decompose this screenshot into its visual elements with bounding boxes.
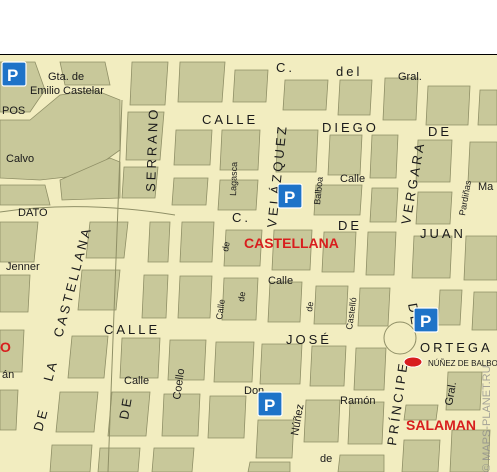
block-sw-8 [55, 391, 99, 433]
parking-letter: P [420, 312, 431, 331]
label-ma: Ma [478, 181, 494, 193]
header-blank-strip [0, 0, 497, 54]
label-del-top: del [336, 64, 362, 79]
label-de-bottom: de [320, 453, 332, 465]
label-gta-line2: Emilio Castelar [30, 85, 104, 97]
block-r8-2 [151, 447, 195, 472]
parking-icon[interactable]: P [1, 61, 27, 87]
metro-icon [403, 356, 423, 368]
watermark: © MAPS-PLANET.RU [481, 365, 493, 472]
label-c-mid: C. [232, 210, 251, 225]
block-r4-6 [365, 231, 397, 276]
label-jose: JOSÉ [286, 332, 332, 347]
block-top-7 [477, 89, 497, 126]
block-sw-6 [67, 335, 109, 379]
block-r4-8 [463, 235, 497, 281]
label-diego: DIEGO [322, 120, 379, 135]
street-map[interactable]: Gta. de Emilio Castelar POS Calvo DATO J… [0, 0, 497, 472]
block-r8-3 [247, 461, 291, 472]
label-de-top: DE [428, 124, 452, 139]
label-de-small-1: de [236, 291, 247, 302]
parking-letter: P [264, 396, 275, 415]
block-top-6 [425, 85, 471, 126]
label-juan: JUAN [420, 226, 466, 241]
block-r2-7 [467, 141, 497, 183]
block-r5-5 [313, 285, 349, 325]
label-serrano: SERRANO [143, 106, 161, 192]
label-ortega: ORTEGA [420, 340, 493, 355]
block-r3-4 [369, 187, 399, 223]
block-r8-4 [337, 454, 385, 472]
block-r2-2 [219, 129, 261, 171]
label-lagasca: Lagasca [228, 162, 239, 196]
block-r3-5 [415, 191, 453, 225]
block-r5-7 [437, 289, 463, 326]
block-top-4 [337, 79, 373, 116]
block-r5-4 [267, 281, 303, 323]
district-label-left-fragment: O [0, 339, 11, 355]
parking-letter: P [7, 66, 18, 85]
block-r6-1 [119, 337, 161, 379]
block-r7-4 [255, 419, 295, 459]
parking-icon[interactable]: P [413, 307, 439, 333]
label-calvo: Calvo [6, 153, 34, 165]
label-jenner: Jenner [6, 261, 40, 273]
block-r4-1 [147, 221, 171, 263]
label-ramon: Ramón [340, 395, 375, 407]
label-dato: DATO [18, 207, 48, 219]
parking-icon[interactable]: P [257, 391, 283, 417]
block-r7-5 [303, 399, 341, 443]
block-r6-4 [259, 343, 303, 385]
block-top-5 [382, 77, 419, 121]
block-r5-1 [141, 274, 169, 319]
block-sw-1 [0, 221, 39, 263]
block-top-1 [177, 61, 226, 103]
label-de-small-2: de [304, 301, 315, 312]
label-pos: POS [2, 105, 25, 117]
label-gral-top: Gral. [398, 71, 422, 83]
block-r2-1 [173, 129, 213, 166]
label-calle-2: Calle [268, 275, 293, 287]
block-r3-1 [171, 177, 209, 206]
block-r6-5 [309, 345, 347, 387]
label-de-mid: DE [338, 218, 362, 233]
block-r5-6 [357, 287, 391, 327]
block-top-2 [232, 69, 269, 103]
label-calle-1: Calle [340, 173, 365, 185]
block-r7-6 [347, 401, 385, 445]
block-r4-2 [179, 221, 215, 263]
block-r7-3 [207, 395, 247, 439]
block-sw-4 [77, 269, 121, 311]
block-r2-4 [327, 134, 363, 176]
block-sw-7 [0, 389, 19, 431]
label-calle-4: Calle [124, 375, 149, 387]
parking-letter: P [284, 188, 295, 207]
block-top-3 [282, 79, 329, 111]
parking-icon[interactable]: P [277, 183, 303, 209]
district-label-castellana: CASTELLANA [244, 235, 339, 251]
block-r8-5 [401, 439, 441, 472]
block-r5-2 [177, 275, 213, 319]
label-gta-line1: Gta. de [48, 71, 84, 83]
block-nw-3 [0, 184, 51, 206]
label-calle-top: CALLE [202, 112, 258, 127]
block-r6-6 [353, 347, 387, 391]
label-de-vert: de [220, 241, 232, 253]
block-r8-1 [97, 447, 141, 472]
block-r5-8 [471, 291, 497, 331]
block-w-1 [129, 61, 169, 106]
label-c-top: C. [276, 60, 295, 75]
block-sw-3 [0, 274, 31, 313]
district-label-salamanca: SALAMAN [406, 417, 476, 433]
label-calle-lower: CALLE [104, 322, 160, 337]
block-sw-2 [85, 221, 129, 259]
block-r6-3 [213, 341, 255, 383]
block-r4-7 [411, 235, 453, 279]
block-r2-5 [369, 134, 399, 179]
block-sw-9 [49, 444, 93, 472]
label-an-left: án [2, 369, 14, 381]
